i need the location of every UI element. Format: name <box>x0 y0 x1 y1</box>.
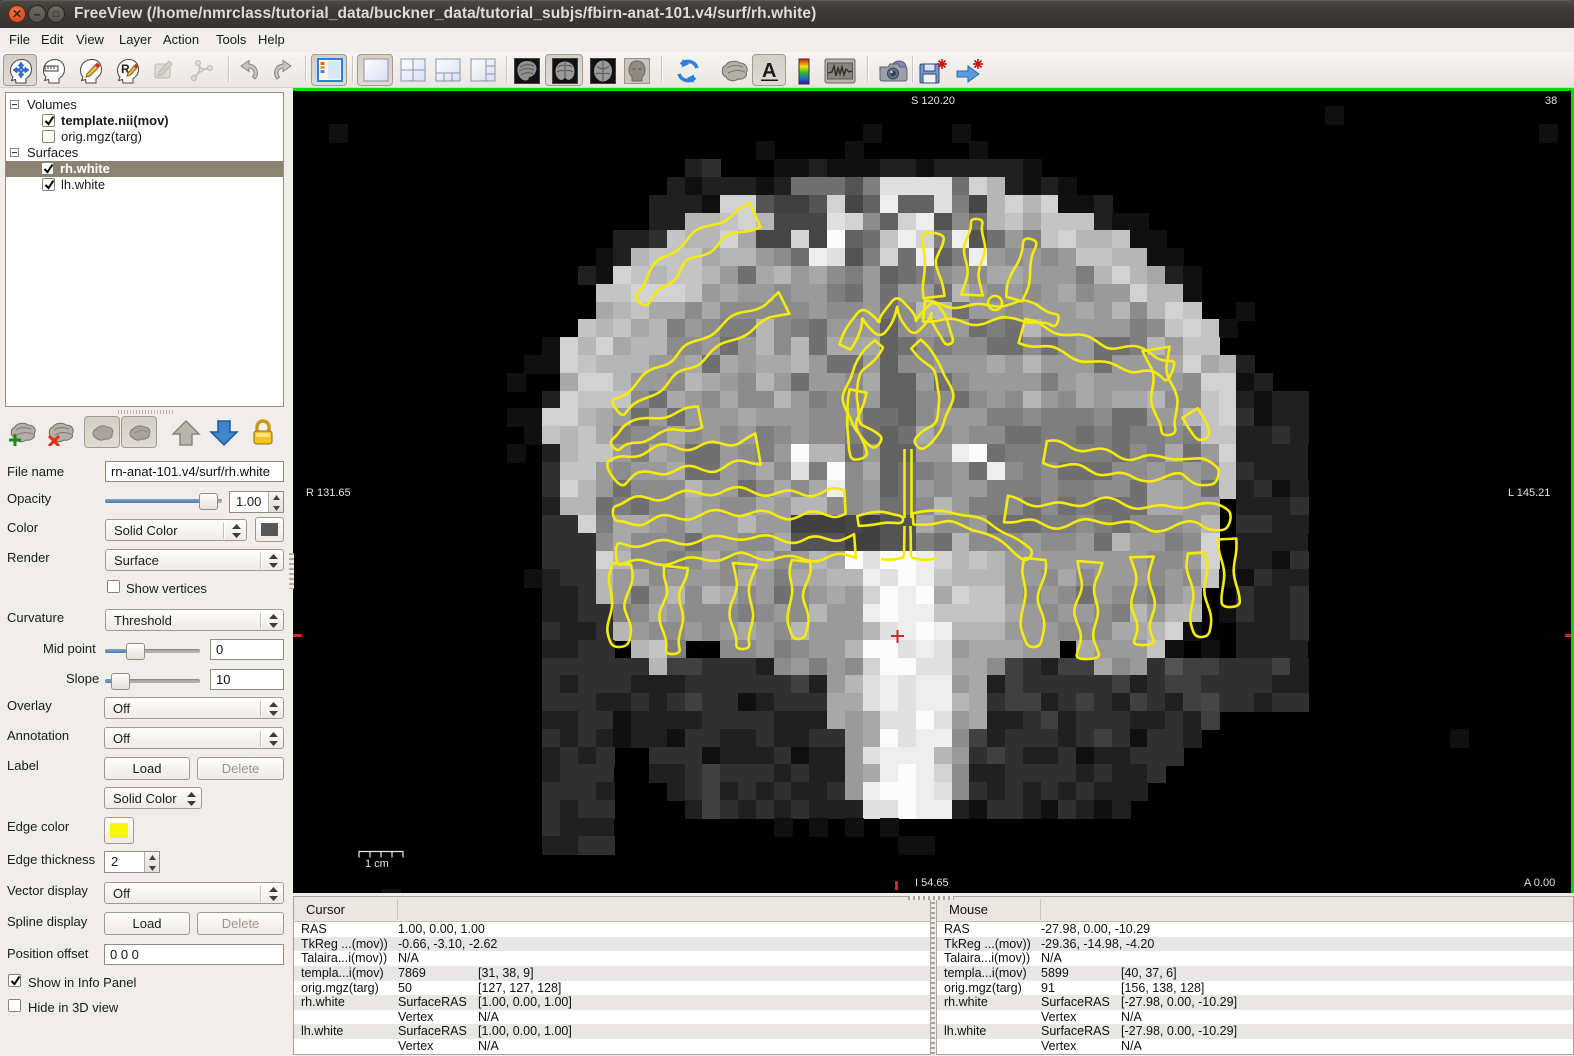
svg-text:A: A <box>762 60 776 82</box>
